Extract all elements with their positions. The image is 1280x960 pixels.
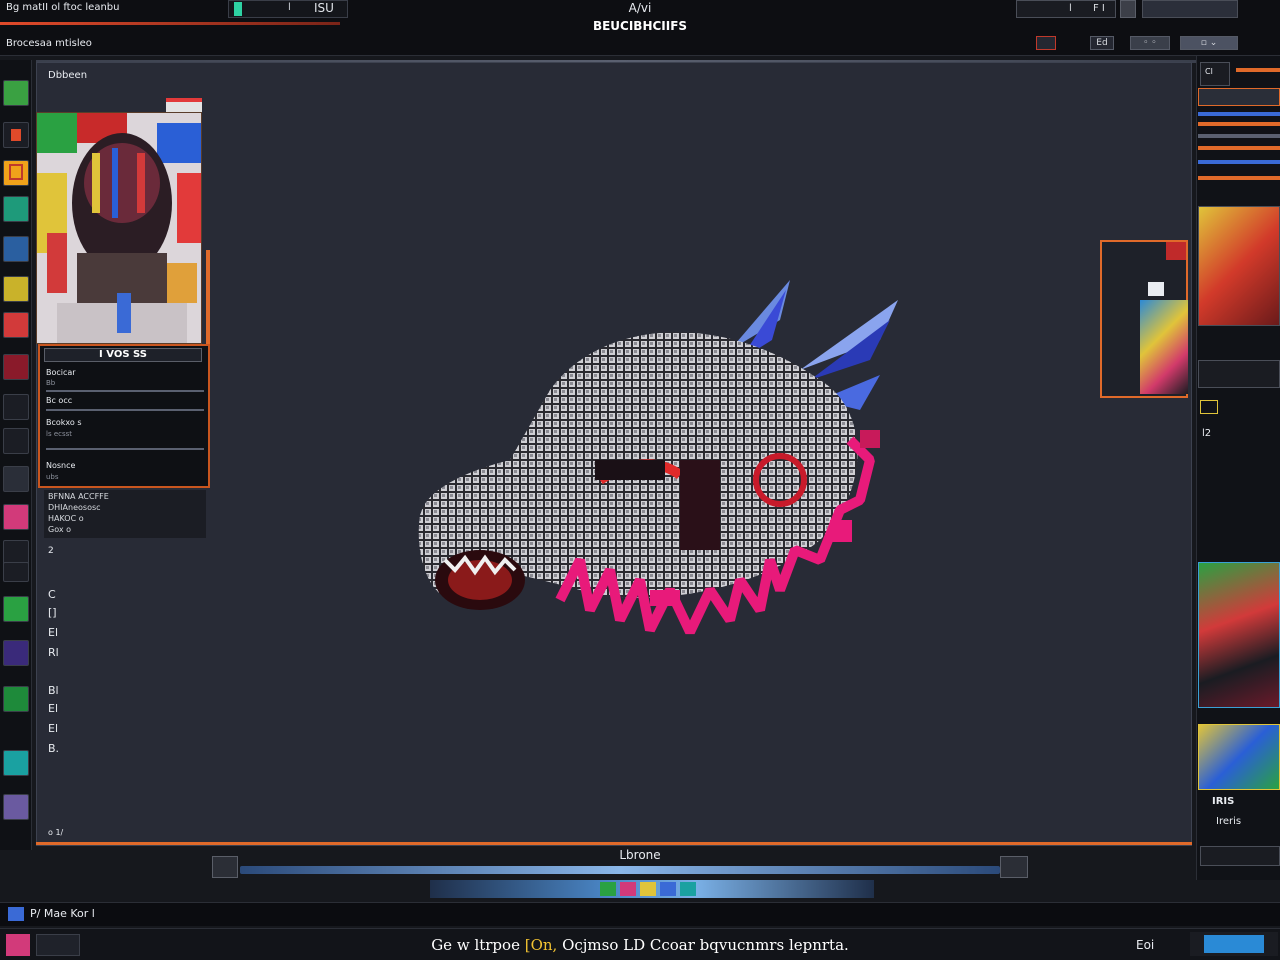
status-message-text: Ge w ltrpoe (431, 936, 525, 954)
dragon-sprite[interactable] (400, 260, 920, 660)
frame-index[interactable]: C (48, 588, 56, 601)
timeline-scrubber[interactable] (240, 866, 1000, 874)
panel-meter (1198, 160, 1280, 164)
list-item[interactable]: BFNNA ACCFFE (48, 492, 109, 501)
status-message: Ge w ltrpoe [On, Ocjmso LD Ccoar bqvucnm… (0, 936, 1280, 954)
layer-list: BFNNA ACCFFE DHIAneososc HAKOC o Gox o (44, 490, 206, 538)
panel-meter (1198, 176, 1280, 180)
frame-index[interactable]: El (48, 626, 58, 639)
properties-header: I VOS SS (44, 348, 202, 362)
asset-name: IRIS (1212, 796, 1235, 807)
status-bar (0, 902, 1280, 926)
brand-logo (1190, 932, 1278, 956)
property-sub: ls ecsst (46, 430, 73, 438)
status-message-text: Ocjmso LD Ccoar bqvucnmrs lepnrta. (557, 936, 849, 954)
status-icon (8, 907, 24, 921)
top-right-search-field[interactable] (1142, 0, 1238, 18)
property-sub: ubs (46, 473, 59, 481)
top-right-text: F I (1093, 3, 1105, 14)
edit-button[interactable]: Ed (1090, 36, 1114, 50)
frame-index[interactable]: Bl (48, 684, 59, 697)
record-icon[interactable] (1036, 36, 1056, 50)
asset-type: Ireris (1216, 816, 1242, 827)
frame-index[interactable]: El (48, 722, 58, 735)
property-slider[interactable] (46, 409, 204, 411)
tool-layer-icon[interactable] (3, 466, 29, 492)
document-title: BEUCIBHCIIFS (592, 19, 688, 33)
tool-shape-icon[interactable] (3, 276, 29, 302)
asset-button[interactable] (1198, 360, 1280, 388)
tool-hand-icon[interactable] (3, 428, 29, 454)
view-toggle-button[interactable]: ◦ ◦ (1130, 36, 1170, 50)
tool-palette-icon[interactable] (3, 750, 29, 776)
tool-brush-icon[interactable] (3, 122, 29, 148)
window-subtitle: Brocesaa mtisleo (6, 38, 92, 49)
tool-fill-icon[interactable] (3, 196, 29, 222)
frame-index[interactable]: Rl (48, 646, 59, 659)
playback-controls[interactable] (600, 882, 696, 896)
tool-tile-icon[interactable] (3, 686, 29, 712)
property-slider[interactable] (46, 448, 204, 450)
tool-sprite-icon[interactable] (3, 640, 29, 666)
property-label: Bc occ (46, 396, 73, 405)
panel-tab[interactable]: Cl (1200, 62, 1230, 86)
panel-meter (1198, 122, 1280, 126)
panel-meter (1198, 112, 1280, 116)
status-left-text: P/ Mae Kor l (30, 907, 95, 920)
zoom-dropdown[interactable]: ▫ ⌄ (1180, 36, 1238, 50)
asset-thumbnail[interactable] (1198, 562, 1280, 708)
status-message-highlight: [On, (524, 936, 558, 954)
tool-color-icon[interactable] (3, 504, 29, 530)
tool-eraser-icon[interactable] (3, 312, 29, 338)
preview-thumbnail[interactable] (1140, 300, 1188, 394)
tool-select-icon[interactable] (3, 80, 29, 106)
panel-header[interactable] (1198, 88, 1280, 106)
canvas-bottom-border (36, 842, 1192, 845)
tool-pick-icon[interactable] (3, 354, 29, 380)
frame-index[interactable]: 2 (48, 546, 54, 556)
top-right-field[interactable]: l F I (1016, 0, 1116, 18)
tool-preview-icon[interactable] (3, 794, 29, 820)
property-sub: Bb (46, 379, 56, 387)
tool-grid-icon[interactable] (3, 596, 29, 622)
frame-index[interactable]: [] (48, 606, 57, 619)
panel-meter (1198, 146, 1280, 150)
top-right-control-row: Ed ◦ ◦ ▫ ⌄ (1036, 34, 1246, 54)
panel-meter (1198, 134, 1280, 138)
frame-count: o 1/ (48, 828, 64, 837)
settings-icon[interactable] (1120, 0, 1136, 18)
canvas-label: Dbbeen (48, 70, 88, 81)
timeline-end-handle[interactable] (1000, 856, 1028, 878)
folder-icon[interactable] (1200, 400, 1218, 414)
close-icon[interactable] (1166, 242, 1186, 260)
panel-accent (1236, 68, 1280, 72)
property-label: Bcokxo s (46, 418, 82, 427)
asset-thumbnail[interactable] (1198, 206, 1280, 326)
status-right-text: Eoi (1136, 938, 1155, 952)
tool-move-icon[interactable] (3, 562, 29, 582)
tool-zoom-icon[interactable] (3, 394, 29, 420)
property-slider[interactable] (46, 390, 204, 392)
asset-thumbnail[interactable] (1198, 724, 1280, 790)
panel-tab-label: Cl (1205, 67, 1213, 76)
tool-text-icon[interactable] (3, 160, 29, 186)
list-item[interactable]: HAKOC o (48, 514, 84, 523)
property-label: Bocicar (46, 368, 76, 377)
asset-index: l2 (1202, 428, 1212, 439)
reference-thumbnail[interactable] (36, 112, 202, 344)
tool-line-icon[interactable] (3, 236, 29, 262)
top-right-value: l (1069, 3, 1072, 14)
list-item[interactable]: DHIAneososc (48, 503, 101, 512)
timeline-start-handle[interactable] (212, 856, 238, 878)
list-item[interactable]: Gox o (48, 525, 71, 534)
frame-index[interactable]: El (48, 702, 58, 715)
frame-index[interactable]: B. (48, 742, 59, 755)
property-label: Nosnce (46, 461, 76, 470)
timeline-label: Lbrone (619, 848, 661, 862)
cursor-icon (1148, 282, 1164, 296)
